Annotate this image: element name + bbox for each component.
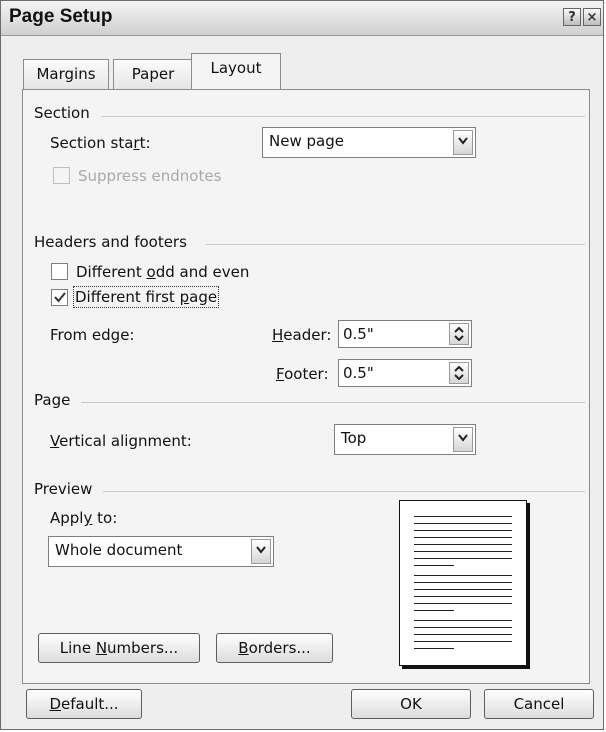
preview-text-line	[414, 627, 512, 628]
close-icon: ×	[586, 10, 598, 25]
spinner-up-down-icon[interactable]	[449, 362, 469, 384]
ok-button[interactable]: OK	[351, 689, 471, 719]
spinner-up-down-icon[interactable]	[449, 323, 469, 345]
preview-text-line	[414, 575, 512, 576]
close-button[interactable]: ×	[583, 8, 601, 26]
section-start-label: Section start:	[50, 134, 151, 152]
dialog-title: Page Setup	[9, 6, 113, 27]
preview-text-line	[414, 620, 512, 621]
default-button[interactable]: Default...	[26, 689, 142, 719]
different-first-page-label: Different first page	[72, 286, 220, 308]
tab-margins[interactable]: Margins	[23, 59, 109, 89]
section-group-label: Section	[34, 104, 98, 122]
headers-footers-group-label: Headers and footers	[34, 233, 195, 251]
chevron-down-icon[interactable]	[251, 539, 271, 564]
page-group-label: Page	[34, 391, 79, 409]
page-setup-dialog: Page Setup ? × Margins Paper Layout Sect…	[0, 0, 604, 730]
section-start-dropdown[interactable]: New page	[262, 127, 476, 158]
footer-distance-value: 0.5"	[343, 364, 374, 382]
chevron-down-icon[interactable]	[453, 427, 473, 452]
checkmark-icon	[54, 292, 66, 303]
tab-paper-label: Paper	[131, 65, 175, 83]
from-edge-label: From edge:	[50, 326, 135, 344]
preview-text-line	[414, 565, 454, 566]
section-start-value: New page	[269, 132, 344, 150]
page-preview-thumbnail	[399, 500, 527, 666]
preview-text-line	[414, 641, 512, 642]
preview-text-line	[414, 516, 512, 517]
preview-text-line	[414, 589, 512, 590]
preview-text-line	[414, 537, 512, 538]
tab-paper[interactable]: Paper	[113, 59, 193, 89]
preview-text-line	[414, 544, 512, 545]
preview-text-line	[414, 610, 454, 611]
title-bar[interactable]: Page Setup ? ×	[1, 1, 603, 36]
suppress-endnotes-checkbox[interactable]	[53, 167, 70, 184]
apply-to-dropdown[interactable]: Whole document	[48, 536, 274, 567]
tab-margins-label: Margins	[36, 65, 96, 83]
cancel-button[interactable]: Cancel	[484, 689, 594, 719]
header-label: Header:	[272, 326, 332, 344]
preview-text-line	[414, 582, 512, 583]
vertical-alignment-dropdown[interactable]: Top	[334, 424, 476, 455]
footer-distance-spinner[interactable]: 0.5"	[338, 359, 472, 387]
different-odd-even-label: Different odd and even	[76, 263, 250, 281]
apply-to-value: Whole document	[55, 541, 183, 559]
help-button[interactable]: ?	[563, 8, 581, 26]
section-group-divider	[101, 116, 585, 117]
footer-label: Footer:	[276, 365, 329, 383]
page-group-divider	[81, 402, 585, 403]
preview-text-line	[414, 596, 512, 597]
preview-text-line	[414, 530, 512, 531]
different-first-page-checkbox[interactable]	[51, 289, 68, 306]
apply-to-label: Apply to:	[50, 509, 118, 527]
preview-group-divider	[103, 491, 585, 492]
suppress-endnotes-label: Suppress endnotes	[78, 167, 222, 185]
borders-button[interactable]: Borders...	[216, 633, 333, 663]
preview-text-line	[414, 648, 454, 649]
help-icon: ?	[568, 10, 576, 25]
headers-footers-group-divider	[206, 244, 585, 245]
preview-text-line	[414, 551, 512, 552]
preview-group-label: Preview	[34, 480, 101, 498]
chevron-down-icon[interactable]	[453, 130, 473, 155]
vertical-alignment-value: Top	[341, 429, 367, 447]
preview-text-line	[414, 558, 512, 559]
different-odd-even-checkbox[interactable]	[51, 263, 68, 280]
preview-text-line	[414, 523, 512, 524]
vertical-alignment-label: Vertical alignment:	[50, 432, 192, 450]
header-distance-value: 0.5"	[343, 325, 374, 343]
preview-text-line	[414, 634, 512, 635]
tab-layout[interactable]: Layout	[191, 53, 281, 89]
header-distance-spinner[interactable]: 0.5"	[338, 320, 472, 348]
tab-layout-label: Layout	[210, 59, 262, 77]
preview-text-line	[414, 603, 512, 604]
line-numbers-button[interactable]: Line Numbers...	[38, 633, 200, 663]
